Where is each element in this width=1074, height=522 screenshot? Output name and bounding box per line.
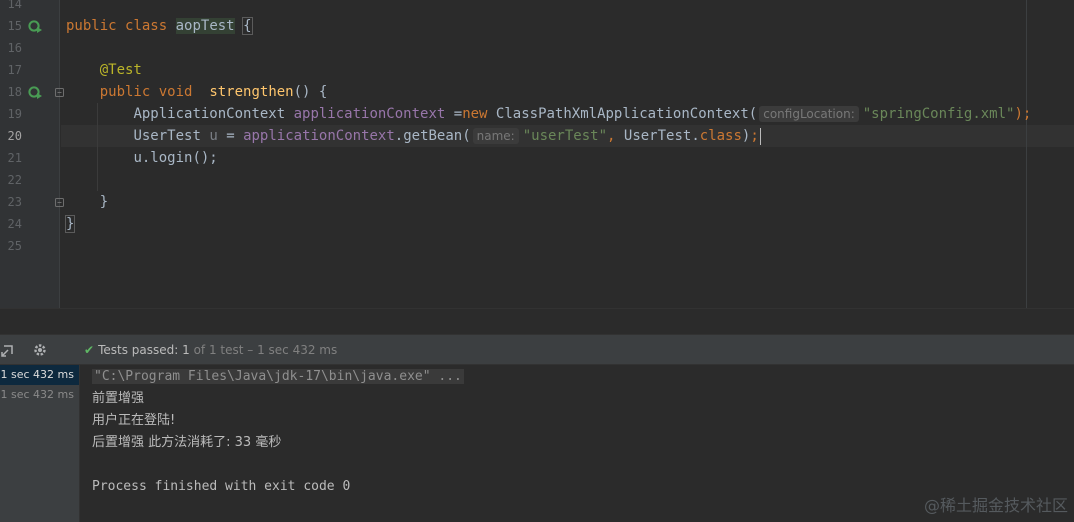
tool-window-splitter[interactable] (0, 308, 1074, 334)
right-margin-guide (1026, 0, 1027, 308)
run-test-icon[interactable] (28, 19, 42, 33)
editor-gutter: 14 15 16 17 18 19 20 21 22 23 24 25 (0, 0, 64, 308)
line-number: 18 (7, 85, 22, 99)
code-editor[interactable]: 14 15 16 17 18 19 20 21 22 23 24 25 publ… (0, 0, 1074, 308)
run-toolbar: ✔ Tests passed: 1 of 1 test – 1 sec 432 m… (0, 334, 1074, 365)
line-number: 19 (7, 107, 22, 121)
code-line-20: UserTest u = applicationContext.getBean(… (133, 127, 761, 145)
gear-icon[interactable] (32, 342, 48, 358)
fold-icon[interactable] (55, 198, 64, 207)
test-results-tree: 1 sec 432 ms 1 sec 432 ms (0, 365, 80, 522)
code-line-23: } (99, 194, 109, 210)
code-line-17: @Test (66, 59, 142, 81)
line-number: 22 (7, 173, 22, 187)
parameter-hint: configLocation: (759, 106, 859, 122)
console-exit-line: Process finished with exit code 0 (92, 479, 351, 494)
fold-icon[interactable] (55, 88, 64, 97)
line-number: 21 (7, 151, 22, 165)
line-number: 14 (7, 0, 22, 11)
annotation: @Test (99, 62, 142, 78)
line-number: 24 (7, 217, 22, 231)
run-test-icon[interactable] (28, 85, 42, 99)
line-number: 17 (7, 63, 22, 77)
console-command-line[interactable]: "C:\Program Files\Java\jdk-17\bin\java.e… (92, 366, 464, 388)
code-line-18: public void strengthen() { (99, 84, 328, 100)
line-number: 23 (7, 195, 22, 209)
test-tree-item[interactable]: 1 sec 432 ms (0, 365, 79, 385)
console-line: 前置增强 (92, 391, 145, 406)
line-number: 16 (7, 41, 22, 55)
code-line-24: } (64, 215, 76, 233)
method-name: strengthen (209, 84, 294, 100)
code-line-15: public class aopTest { (66, 17, 253, 35)
class-name: aopTest (175, 18, 235, 34)
code-line-19: ApplicationContext applicationContext =n… (133, 106, 1032, 122)
watermark: @稀土掘金技术社区 (923, 496, 1068, 515)
code-line-21: u.login(); (133, 150, 218, 166)
line-number-current: 20 (7, 129, 22, 143)
line-number: 15 (7, 19, 22, 33)
console-line: 用户正在登陆! (92, 413, 176, 428)
test-tree-item[interactable]: 1 sec 432 ms (0, 385, 79, 405)
text-caret (759, 127, 761, 145)
check-icon: ✔ (84, 343, 95, 357)
parameter-hint: name: (472, 128, 519, 144)
console-line: 后置增强 此方法消耗了: 33 毫秒 (92, 435, 282, 450)
line-number: 25 (7, 239, 22, 253)
pin-tab-icon[interactable] (0, 342, 16, 358)
test-status: ✔ Tests passed: 1 of 1 test – 1 sec 432 m… (84, 343, 338, 357)
